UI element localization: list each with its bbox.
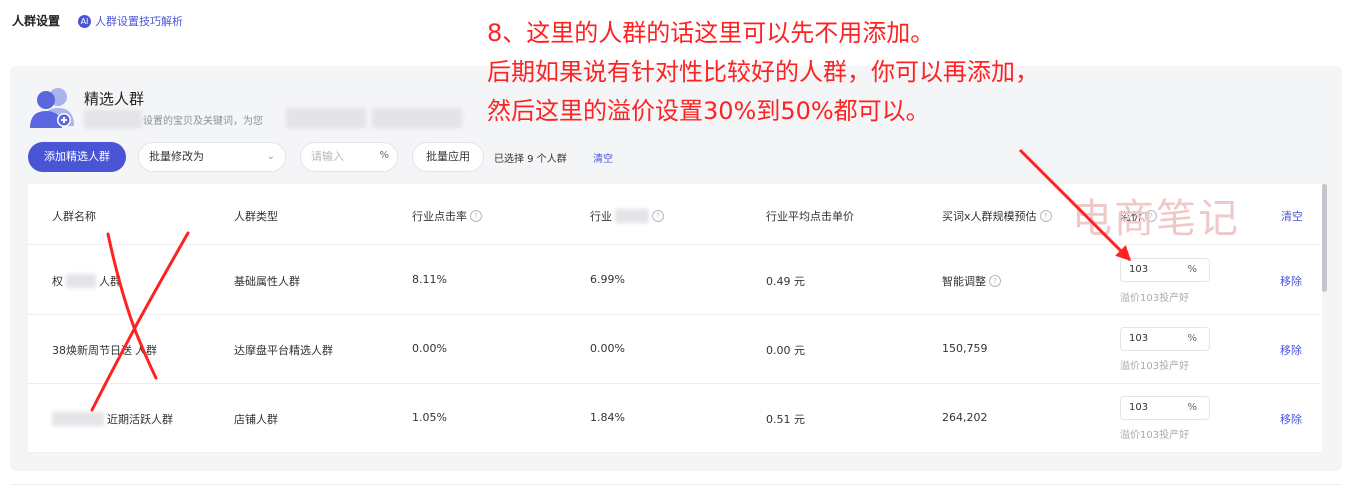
cross-mark	[106, 232, 158, 380]
annotation-marks	[90, 148, 1132, 412]
annotation-arrow	[1018, 148, 1132, 262]
cross-mark	[90, 231, 190, 412]
